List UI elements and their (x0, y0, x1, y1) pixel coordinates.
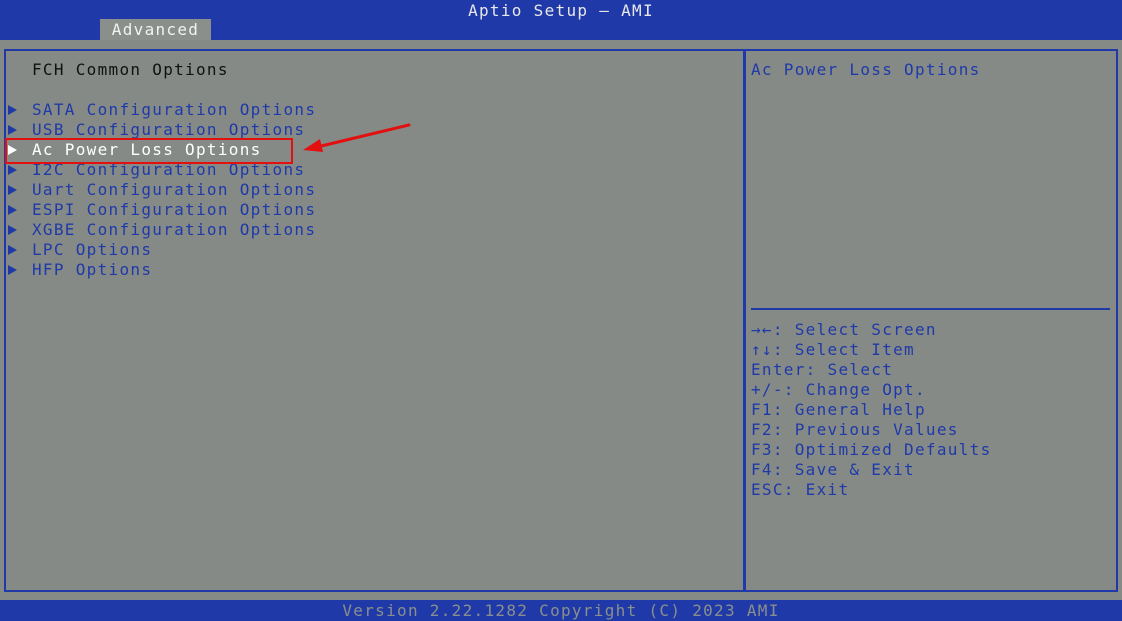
key-hint-f3: F3: Optimized Defaults (751, 440, 992, 459)
section-title: FCH Common Options (32, 60, 229, 79)
submenu-arrow-icon (8, 225, 17, 235)
menu-item-label: USB Configuration Options (32, 120, 306, 139)
menu-item-sata[interactable]: SATA Configuration Options (8, 100, 316, 120)
submenu-arrow-icon (8, 165, 17, 175)
tab-advanced[interactable]: Advanced (100, 19, 211, 41)
help-divider (751, 308, 1110, 310)
menu-item-xgbe[interactable]: XGBE Configuration Options (8, 220, 316, 240)
key-hint-f4: F4: Save & Exit (751, 460, 915, 479)
submenu-arrow-icon (8, 205, 17, 215)
menu-item-label: LPC Options (32, 240, 153, 259)
menu-item-lpc[interactable]: LPC Options (8, 240, 316, 260)
submenu-arrow-icon (8, 125, 17, 135)
key-hint-select-item: ↑↓: Select Item (751, 340, 915, 359)
menu-item-label: SATA Configuration Options (32, 100, 317, 119)
help-description: Ac Power Loss Options (751, 60, 981, 79)
version-text: Version 2.22.1282 Copyright (C) 2023 AMI (342, 601, 780, 620)
title-bar: Aptio Setup – AMI Advanced (0, 0, 1122, 41)
app-title: Aptio Setup – AMI (468, 1, 654, 20)
annotation-arrow-icon (303, 123, 411, 152)
menu-item-usb[interactable]: USB Configuration Options (8, 120, 316, 140)
menu-item-espi[interactable]: ESPI Configuration Options (8, 200, 316, 220)
menu-item-label: HFP Options (32, 260, 153, 279)
menu-item-label: ESPI Configuration Options (32, 200, 317, 219)
key-hint-change-opt: +/-: Change Opt. (751, 380, 926, 399)
menu-item-label: XGBE Configuration Options (32, 220, 317, 239)
menu-item-hfp[interactable]: HFP Options (8, 260, 316, 280)
key-legend: →←: Select Screen ↑↓: Select Item Enter:… (751, 320, 992, 500)
key-hint-esc: ESC: Exit (751, 480, 850, 499)
menu-list: SATA Configuration Options USB Configura… (8, 100, 316, 280)
key-hint-select-screen: →←: Select Screen (751, 320, 937, 339)
submenu-arrow-icon (8, 185, 17, 195)
submenu-arrow-icon (8, 245, 17, 255)
key-hint-f1: F1: General Help (751, 400, 926, 419)
annotation-highlight-box (5, 138, 293, 164)
submenu-arrow-icon (8, 265, 17, 275)
menu-item-uart[interactable]: Uart Configuration Options (8, 180, 316, 200)
submenu-arrow-icon (8, 105, 17, 115)
footer-bar: Version 2.22.1282 Copyright (C) 2023 AMI (0, 600, 1122, 621)
key-hint-enter: Enter: Select (751, 360, 894, 379)
menu-item-label: Uart Configuration Options (32, 180, 317, 199)
key-hint-f2: F2: Previous Values (751, 420, 959, 439)
